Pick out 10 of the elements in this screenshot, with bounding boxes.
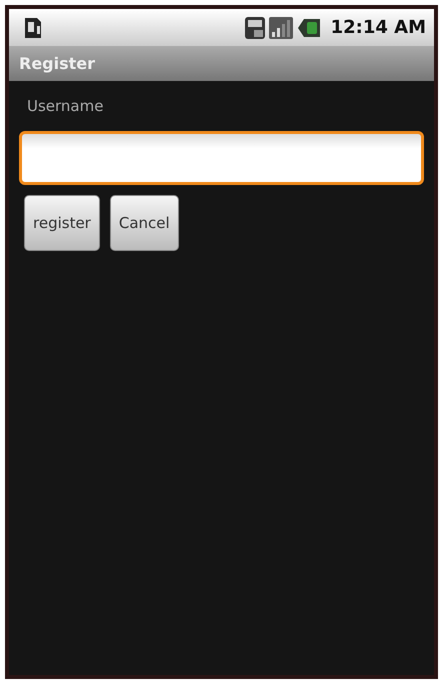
battery-icon: [296, 16, 322, 38]
signal-icon: [268, 16, 293, 40]
username-field[interactable]: [19, 131, 424, 185]
window-title: Register: [19, 54, 96, 73]
field-label: Username: [27, 97, 104, 115]
network-icon: [244, 16, 266, 40]
sd-card-icon: [23, 16, 43, 40]
clock-time: 12:14 AM: [330, 17, 426, 38]
action-button[interactable]: Cancel: [110, 195, 179, 251]
action-button[interactable]: register: [24, 195, 100, 251]
